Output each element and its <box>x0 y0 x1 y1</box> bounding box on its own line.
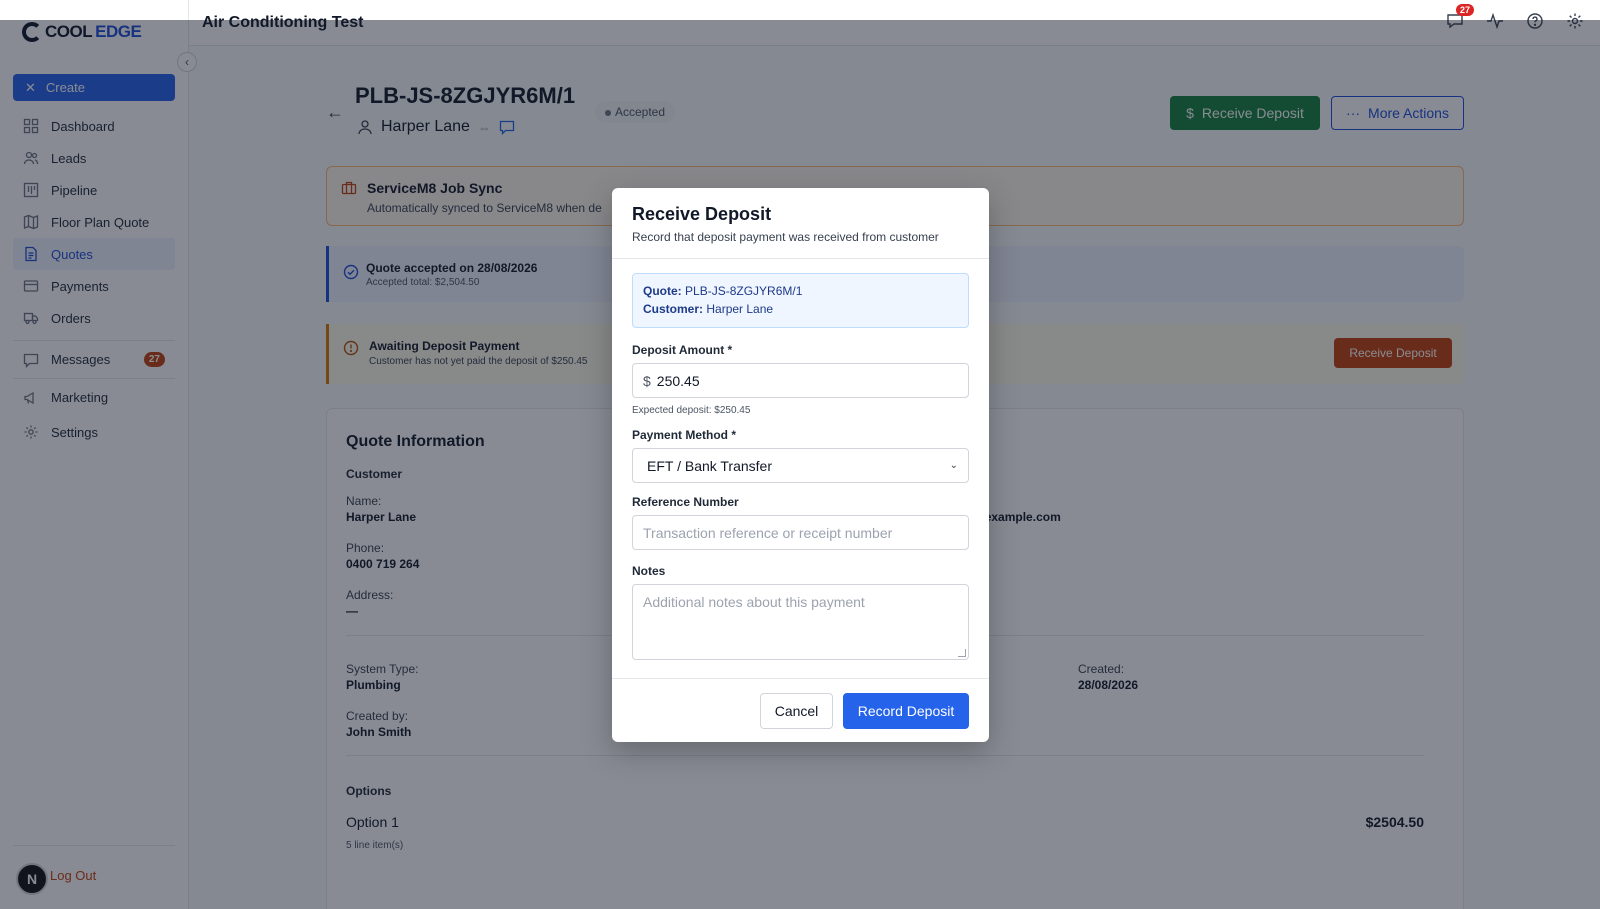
deposit-amount-value: 250.45 <box>656 372 700 389</box>
payment-method-value: EFT / Bank Transfer <box>647 457 773 474</box>
notes-label: Notes <box>632 564 666 578</box>
record-deposit-button[interactable]: Record Deposit <box>843 693 969 729</box>
notes-placeholder: Additional notes about this payment <box>643 594 865 610</box>
deposit-amount-label: Deposit Amount * <box>632 343 733 357</box>
payment-method-select[interactable]: EFT / Bank Transfer ⌄ <box>632 448 969 483</box>
modal-footer-divider <box>612 678 989 679</box>
summary-quote-label: Quote: <box>643 284 682 298</box>
notification-count-badge: 27 <box>1455 4 1474 16</box>
quote-summary-box: Quote: PLB-JS-8ZGJYR6M/1 Customer: Harpe… <box>632 273 969 328</box>
notes-textarea[interactable]: Additional notes about this payment <box>632 584 969 660</box>
chevron-down-icon: ⌄ <box>949 460 958 471</box>
modal-header-divider <box>612 258 989 259</box>
cancel-button[interactable]: Cancel <box>760 693 833 729</box>
summary-customer-value: Harper Lane <box>706 302 774 316</box>
currency-symbol: $ <box>643 372 651 389</box>
receive-deposit-modal: Receive Deposit Record that deposit paym… <box>612 188 989 742</box>
modal-title: Receive Deposit <box>632 204 772 224</box>
reference-number-input[interactable]: Transaction reference or receipt number <box>632 515 969 550</box>
reference-number-label: Reference Number <box>632 495 739 509</box>
modal-subtitle: Record that deposit payment was received… <box>632 230 939 244</box>
summary-customer-label: Customer: <box>643 302 704 316</box>
expected-deposit-help: Expected deposit: $250.45 <box>632 405 751 416</box>
summary-quote-value: PLB-JS-8ZGJYR6M/1 <box>685 284 803 298</box>
payment-method-label: Payment Method * <box>632 428 737 442</box>
deposit-amount-input[interactable]: $ 250.45 <box>632 363 969 398</box>
resize-handle-icon[interactable] <box>958 649 966 657</box>
